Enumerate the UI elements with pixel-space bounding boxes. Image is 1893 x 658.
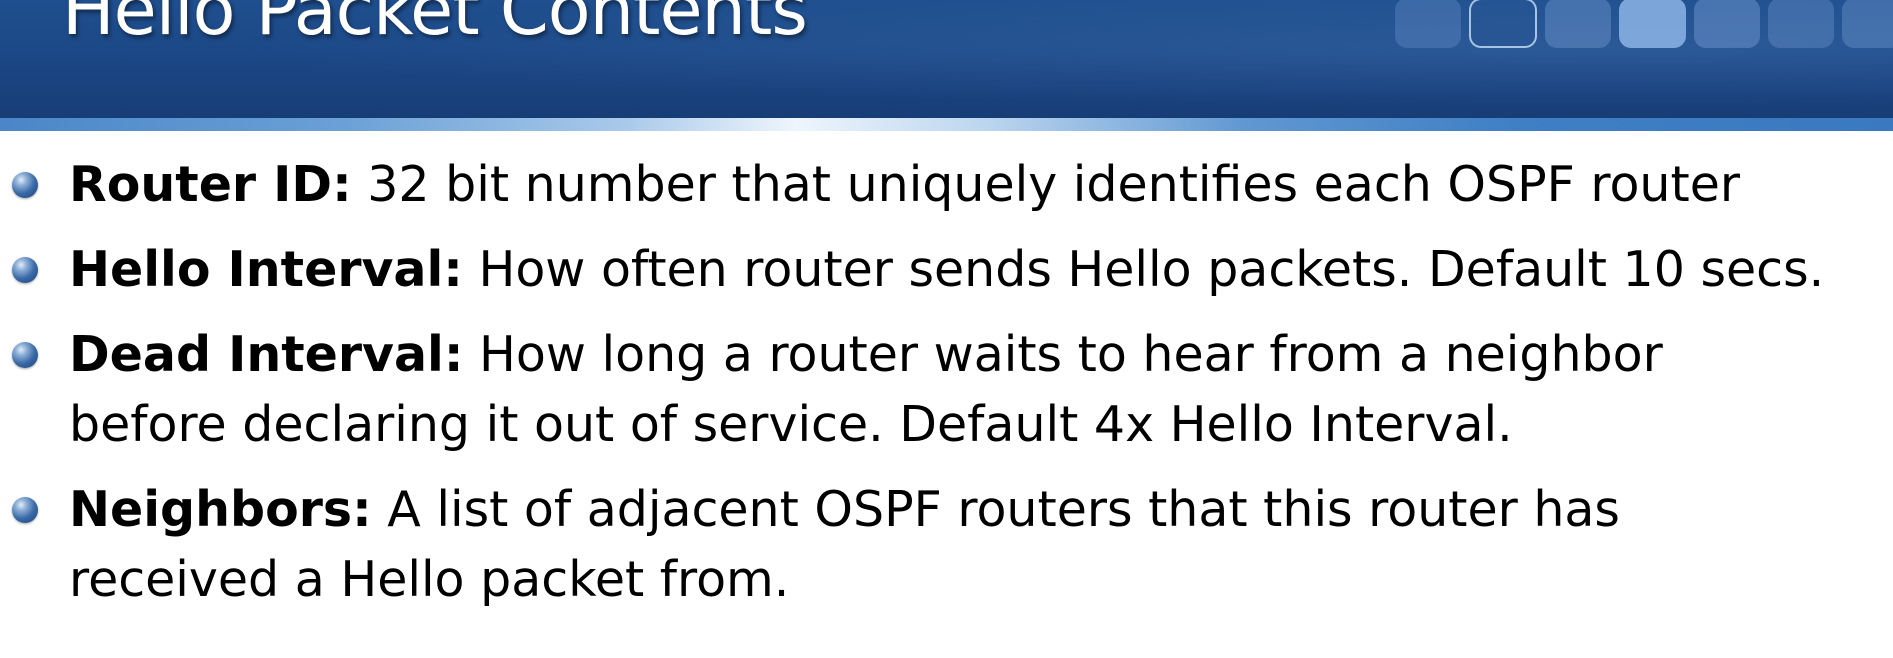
bullet-item: Router ID: 32 bit number that uniquely i… [0, 150, 1893, 220]
bullet-text-continued: before declaring it out of service. Defa… [69, 396, 1513, 453]
slide-header: Hello Packet Contents [0, 0, 1893, 118]
bullet-text: A list of adjacent OSPF routers that thi… [387, 481, 1620, 538]
bullet-item: Dead Interval: How long a router waits t… [0, 320, 1893, 460]
decorative-tile [1842, 0, 1893, 48]
decorative-tile [1619, 0, 1686, 48]
decorative-tile [1694, 0, 1760, 48]
decorative-tile [1469, 0, 1537, 48]
decorative-tile [1545, 0, 1611, 48]
bullet-text-continued: received a Hello packet from. [69, 551, 790, 608]
bullet-term: Router ID: [69, 156, 352, 213]
bullet-item: Hello Interval: How often router sends H… [0, 235, 1893, 305]
bullet-list: Router ID: 32 bit number that uniquely i… [0, 150, 1893, 630]
decorative-tile [1395, 0, 1461, 48]
header-accent-bar [0, 118, 1893, 131]
bullet-icon [12, 342, 38, 368]
bullet-term: Neighbors: [69, 481, 372, 538]
bullet-icon [12, 257, 38, 283]
bullet-term: Dead Interval: [69, 326, 464, 383]
slide-title: Hello Packet Contents [62, 0, 808, 51]
bullet-text: 32 bit number that uniquely identifies e… [367, 156, 1740, 213]
bullet-item: Neighbors: A list of adjacent OSPF route… [0, 475, 1893, 615]
bullet-icon [12, 172, 38, 198]
bullet-term: Hello Interval: [69, 241, 463, 298]
bullet-text: How long a router waits to hear from a n… [479, 326, 1663, 383]
bullet-text: How often router sends Hello packets. De… [478, 241, 1825, 298]
decorative-tile [1768, 0, 1834, 48]
bullet-icon [12, 497, 38, 523]
